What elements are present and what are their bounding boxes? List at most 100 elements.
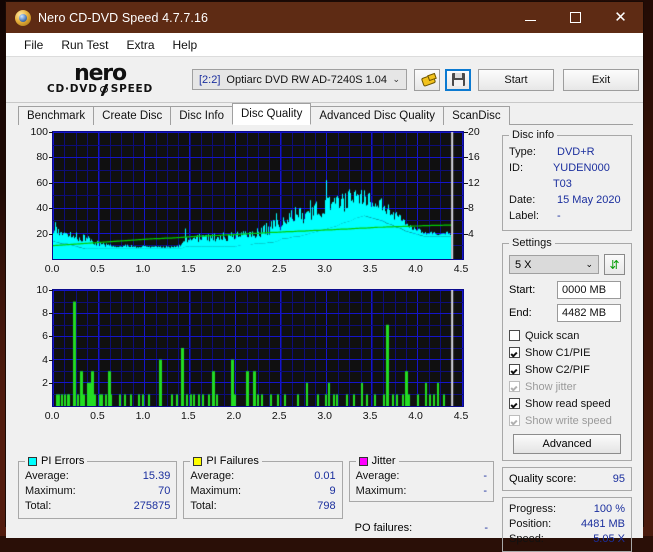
po-failures-label: PO failures: — [355, 521, 412, 536]
application-window: Nero CD-DVD Speed 4.7.7.16 ✕ File Run Te… — [6, 2, 643, 526]
disc-date-label: Date: — [509, 192, 557, 208]
pie-y-tick: 60 — [18, 177, 48, 189]
checkbox-checked-icon — [509, 364, 520, 375]
tab-create-disc[interactable]: Create Disc — [93, 106, 171, 125]
tab-disc-info[interactable]: Disc Info — [170, 106, 233, 125]
right-panel: Disc info Type: DVD+R ID: YUDEN000 T03 D… — [502, 129, 632, 552]
statistics-row: PI Errors Average: 15.39 Maximum: 70 Tot… — [18, 455, 494, 519]
pif-y-tick: 10 — [18, 284, 48, 296]
start-button[interactable]: Start — [478, 69, 554, 91]
speed-value: 5 X — [515, 259, 532, 271]
checkbox-show-write-speed-label: Show write speed — [525, 415, 612, 427]
pi-failures-average-value: 0.01 — [314, 469, 335, 484]
speed-row: 5 X ⌄ ⇵ — [509, 254, 625, 275]
checkbox-show-jitter-label: Show jitter — [525, 381, 576, 393]
logo-sub-left: CD·DVD — [47, 83, 98, 95]
checkbox-icon — [509, 330, 520, 341]
tab-benchmark[interactable]: Benchmark — [18, 106, 94, 125]
checkbox-quick-scan[interactable]: Quick scan — [509, 327, 625, 344]
pi-failures-maximum-label: Maximum: — [190, 484, 241, 499]
disc-label-row: Label: - — [509, 208, 625, 224]
progress-label: Progress: — [509, 502, 561, 517]
pie-y-tick: 40 — [18, 202, 48, 214]
disc-info-legend: Disc info — [509, 129, 557, 141]
disc-type-label: Type: — [509, 144, 557, 160]
logo-slash-icon — [100, 84, 109, 95]
pif-y-tick: 4 — [18, 354, 48, 366]
jitter-maximum-label: Maximum: — [356, 484, 407, 499]
close-icon: ✕ — [614, 10, 627, 25]
plug-icon — [420, 73, 435, 86]
checkbox-show-c1-pie[interactable]: Show C1/PIE — [509, 344, 625, 361]
maximize-button[interactable] — [553, 2, 598, 33]
jitter-maximum-row: Maximum: - — [356, 484, 487, 499]
start-input[interactable] — [557, 281, 621, 299]
pif-x-tick: 2.5 — [272, 410, 287, 422]
pif-x-tick: 1.5 — [181, 410, 196, 422]
pif-x-tick: 3.5 — [363, 410, 378, 422]
menu-help[interactable]: Help — [164, 36, 207, 54]
menu-extra[interactable]: Extra — [117, 36, 163, 54]
toolbar: nero CD·DVD SPEED [2:2] Optiarc DVD RW A… — [6, 57, 643, 103]
pi-errors-average-label: Average: — [25, 469, 69, 484]
quality-score-box: Quality score: 95 — [502, 467, 632, 491]
position-value: 4481 MB — [581, 517, 625, 532]
tab-scandisc[interactable]: ScanDisc — [443, 106, 510, 125]
eject-button[interactable] — [414, 69, 440, 91]
checkbox-checked-disabled-icon — [509, 381, 520, 392]
checkbox-checked-icon — [509, 347, 520, 358]
disc-id-value: YUDEN000 T03 — [553, 160, 625, 192]
pi-errors-legend-label: PI Errors — [41, 455, 84, 467]
position-label: Position: — [509, 517, 561, 532]
logo-sub-right: SPEED — [111, 83, 153, 95]
pif-y-tick: 6 — [18, 330, 48, 342]
position-row: Position: 4481 MB — [509, 517, 625, 532]
title-bar: Nero CD-DVD Speed 4.7.7.16 ✕ — [6, 2, 643, 33]
pif-x-tick: 4.0 — [408, 410, 423, 422]
pi-errors-total-value: 275875 — [134, 499, 171, 514]
disc-type-row: Type: DVD+R — [509, 144, 625, 160]
checkbox-show-jitter: Show jitter — [509, 378, 625, 395]
pi-failures-color-swatch — [193, 457, 202, 466]
pif-chart: 246810 0.00.51.01.52.02.53.03.54.04.5 — [18, 289, 494, 439]
pie-x-tick: 1.5 — [181, 263, 196, 275]
end-input[interactable] — [557, 304, 621, 322]
drive-name: Optiarc DVD RW AD-7240S 1.04 — [226, 74, 387, 86]
drive-select[interactable]: [2:2] Optiarc DVD RW AD-7240S 1.04 ⌄ — [192, 69, 407, 90]
tab-disc-quality[interactable]: Disc Quality — [232, 103, 311, 125]
checkbox-show-read-speed[interactable]: Show read speed — [509, 395, 625, 412]
pi-failures-legend: PI Failures — [190, 455, 262, 467]
pif-x-tick: 4.5 — [454, 410, 469, 422]
pie-y-tick: 80 — [18, 151, 48, 163]
tab-advanced-disc-quality[interactable]: Advanced Disc Quality — [310, 106, 444, 125]
menu-file[interactable]: File — [15, 36, 52, 54]
menu-run-test[interactable]: Run Test — [52, 36, 117, 54]
close-button[interactable]: ✕ — [598, 2, 643, 33]
disc-id-label: ID: — [509, 160, 553, 192]
window-title: Nero CD-DVD Speed 4.7.7.16 — [38, 11, 208, 25]
pie-x-tick: 4.0 — [408, 263, 423, 275]
charts-area: 20406080100 48121620 0.00.51.01.52.02.53… — [18, 131, 494, 439]
menu-bar: File Run Test Extra Help — [6, 33, 643, 57]
minimize-button[interactable] — [508, 2, 553, 33]
checkbox-show-c2-pif[interactable]: Show C2/PIF — [509, 361, 625, 378]
jitter-box: Jitter Average: - Maximum: - — [349, 455, 494, 502]
po-failures-row: PO failures: - — [355, 521, 488, 536]
exit-button[interactable]: Exit — [563, 69, 639, 91]
tab-content-disc-quality: 20406080100 48121620 0.00.51.01.52.02.53… — [6, 125, 643, 538]
jitter-legend: Jitter — [356, 455, 399, 467]
pie-x-tick: 3.5 — [363, 263, 378, 275]
disc-id-row: ID: YUDEN000 T03 — [509, 160, 625, 192]
pif-plot-area — [52, 289, 464, 407]
speed-select[interactable]: 5 X ⌄ — [509, 255, 599, 274]
save-button[interactable] — [445, 69, 471, 91]
end-label: End: — [509, 307, 557, 319]
settings-legend: Settings — [509, 237, 555, 249]
pif-x-tick: 2.0 — [226, 410, 241, 422]
advanced-button[interactable]: Advanced — [513, 434, 621, 454]
disc-date-value: 15 May 2020 — [557, 192, 621, 208]
start-field-row: Start: — [509, 281, 625, 299]
start-label: Start: — [509, 284, 557, 296]
refresh-icon: ⇵ — [609, 259, 619, 271]
refresh-button[interactable]: ⇵ — [604, 254, 625, 275]
